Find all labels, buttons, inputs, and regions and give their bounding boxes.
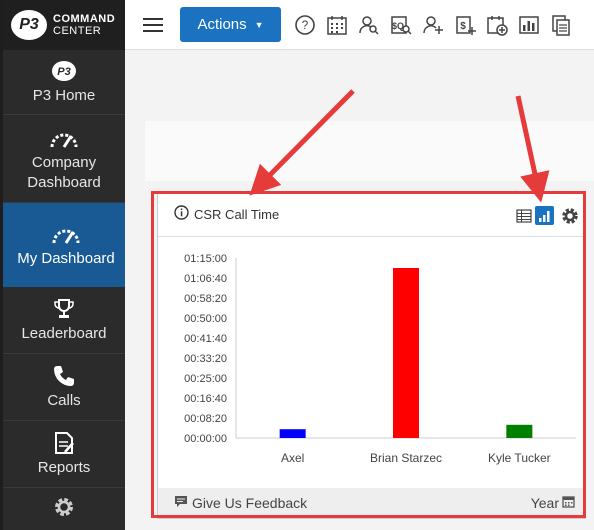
sidebar-item-my-dashboard[interactable]: My Dashboard <box>3 203 125 287</box>
sidebar-item-company-dashboard[interactable]: Company Dashboard <box>3 115 125 203</box>
gear-icon[interactable] <box>560 206 579 225</box>
sidebar-item-label: Calls <box>47 392 81 409</box>
csr-call-time-widget: CSR Call Time 00:00:00 00:08:20 00:16:40 00… <box>157 192 586 519</box>
x-tick-label: Brian Starzec <box>370 451 442 465</box>
bar-report-icon[interactable] <box>513 9 545 41</box>
phone-icon <box>52 363 76 389</box>
hamburger-menu-icon[interactable] <box>143 14 163 36</box>
feedback-link[interactable]: Give Us Feedback <box>174 495 307 511</box>
documents-icon[interactable] <box>545 9 577 41</box>
svg-text:$: $ <box>460 21 466 32</box>
x-tick-label: Kyle Tucker <box>488 451 551 465</box>
sidebar-item-settings[interactable] <box>3 488 125 528</box>
sidebar-item-label: Company Dashboard <box>27 153 101 191</box>
p3-logo-icon: P3 <box>11 10 47 40</box>
logo[interactable]: P3 COMMAND CENTER <box>3 0 125 50</box>
svg-text:P3: P3 <box>57 66 70 78</box>
y-tick-label: 00:50:00 <box>184 313 227 325</box>
user-search-icon[interactable] <box>353 9 385 41</box>
widget-tools <box>512 206 579 225</box>
top-bar: Actions ▼ ? $Q $ <box>125 0 594 50</box>
feedback-icon <box>174 495 188 511</box>
logo-text: COMMAND CENTER <box>53 13 116 37</box>
sidebar-item-label: P3 Home <box>32 87 96 104</box>
sidebar-item-leaderboard[interactable]: Leaderboard <box>3 287 125 354</box>
caret-down-icon: ▼ <box>254 19 264 30</box>
y-tick-label: 01:06:40 <box>184 273 227 285</box>
widget-footer: Give Us Feedback Year <box>158 488 585 518</box>
actions-button[interactable]: Actions ▼ <box>180 7 281 42</box>
y-tick-label: 00:25:00 <box>184 373 227 385</box>
info-icon[interactable] <box>174 204 189 225</box>
widget-header: CSR Call Time <box>158 193 585 237</box>
calendar-add-icon[interactable] <box>481 9 513 41</box>
y-tick-label: 00:08:20 <box>184 413 227 425</box>
y-tick-label: 00:16:40 <box>184 393 227 405</box>
widget-title: CSR Call Time <box>194 207 280 222</box>
period-label: Year <box>530 495 559 511</box>
sidebar-item-label: Leaderboard <box>21 325 107 342</box>
report-icon <box>53 430 75 456</box>
y-tick-label: 00:58:20 <box>184 293 227 305</box>
bar-chart-svg: 00:00:00 00:08:20 00:16:40 00:25:00 00:33:20… <box>184 253 576 465</box>
table-view-icon[interactable] <box>514 206 533 225</box>
trophy-icon <box>53 296 75 322</box>
sidebar-item-p3-home[interactable]: P3 P3 Home <box>3 50 125 115</box>
feedback-label: Give Us Feedback <box>192 495 308 511</box>
gear-icon <box>52 494 76 520</box>
y-tick-label: 00:33:20 <box>184 353 227 365</box>
gauge-icon <box>49 125 79 151</box>
sidebar-item-calls[interactable]: Calls <box>3 354 125 421</box>
blank-panel <box>145 121 594 181</box>
y-tick-label: 01:15:00 <box>184 253 227 265</box>
add-user-icon[interactable] <box>417 9 449 41</box>
sidebar-item-reports[interactable]: Reports <box>3 421 125 488</box>
sidebar-item-label: My Dashboard <box>17 250 115 267</box>
sidebar-item-label: Reports <box>37 459 91 476</box>
svg-text:?: ? <box>302 18 309 32</box>
sidebar: P3 COMMAND CENTER P3 P3 Home Company Das… <box>0 0 125 530</box>
bar-chart-view-icon[interactable] <box>535 206 554 225</box>
y-tick-label: 00:41:40 <box>184 333 227 345</box>
bar-chart: 00:00:00 00:08:20 00:16:40 00:25:00 00:33:20… <box>158 237 585 487</box>
gauge-icon <box>51 221 81 247</box>
help-icon[interactable]: ? <box>289 9 321 41</box>
main-content: CSR Call Time 00:00:00 00:08:20 00:16:40 00… <box>125 51 594 530</box>
toolbar-icons: ? $Q $ <box>289 9 577 41</box>
period-selector[interactable]: Year <box>531 495 575 511</box>
bar-kyle-tucker[interactable] <box>506 424 533 438</box>
p3-logo-icon: P3 <box>51 58 77 84</box>
bar-brian-starzec[interactable] <box>393 268 419 438</box>
sq-search-icon[interactable]: $Q <box>385 9 417 41</box>
y-tick-label: 00:00:00 <box>184 433 227 445</box>
svg-text:$Q: $Q <box>392 21 404 31</box>
x-tick-label: Axel <box>281 451 304 465</box>
calendar-grid-icon[interactable] <box>321 9 353 41</box>
add-money-icon[interactable]: $ <box>449 9 481 41</box>
bar-axel[interactable] <box>279 429 306 438</box>
calendar-icon <box>562 495 575 511</box>
